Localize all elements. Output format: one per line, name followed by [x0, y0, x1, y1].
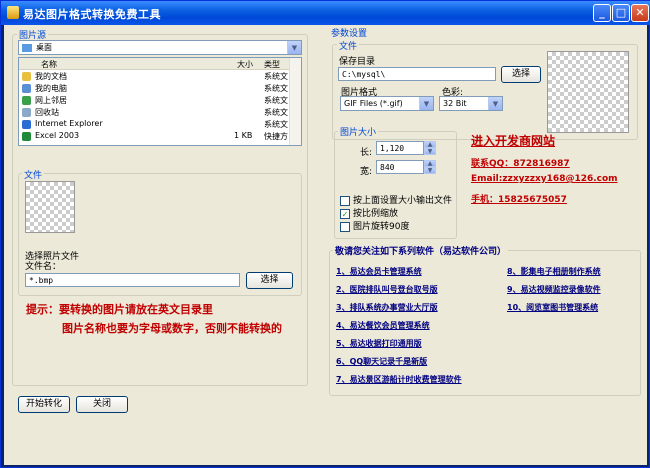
title-bar[interactable]: 易达图片格式转换免费工具 _ □ ✕ [1, 1, 650, 25]
list-item[interactable]: 网上邻居 系统文 [19, 95, 301, 106]
software-link-left[interactable]: 1、易达会员卡管理系统 [336, 266, 422, 277]
file-type: 系统文 [264, 84, 288, 93]
size-group-label: 图片大小 [338, 125, 379, 138]
file-type: 系统文 [264, 96, 288, 105]
opt-scale[interactable]: ✓ 按比例缩放 [340, 206, 398, 219]
software-link-left[interactable]: 7、易达景区游船计时收费管理软件 [336, 374, 462, 385]
promo-email[interactable]: Email:zzxyzzxy168@126.com [471, 174, 618, 184]
file-icon [22, 96, 31, 105]
opt-output-size[interactable]: 按上面设置大小输出文件 [340, 193, 452, 206]
opt-output-size-label: 按上面设置大小输出文件 [353, 196, 453, 206]
list-item[interactable]: Internet Explorer 系统文 [19, 119, 301, 130]
file-icon [22, 108, 31, 117]
col-size[interactable]: 大小 [237, 59, 253, 70]
chevron-down-icon[interactable]: ▼ [419, 97, 433, 110]
software-link-left[interactable]: 4、易达餐饮会员管理系统 [336, 320, 430, 331]
close-window-button[interactable]: ✕ [631, 4, 649, 22]
folder-select[interactable]: 桌面 ▼ [18, 40, 302, 55]
file-type: 系统文 [264, 72, 288, 81]
developer-site-link[interactable]: 进入开发商网站 [471, 132, 555, 149]
save-dir-label: 保存目录 [339, 57, 376, 67]
window-title: 易达图片格式转换免费工具 [23, 8, 161, 21]
software-link-left[interactable]: 3、排队系统办事营业大厅版 [336, 302, 438, 313]
maximize-button[interactable]: □ [612, 4, 630, 22]
output-preview-image [547, 51, 629, 133]
width-up-icon[interactable]: ▲ [424, 160, 436, 167]
software-link-right[interactable]: 9、易达视频监控录像软件 [507, 284, 601, 295]
col-type[interactable]: 类型 [264, 59, 280, 70]
choose-dir-button[interactable]: 选择 [501, 66, 541, 83]
file-name: 我的文档 [35, 72, 67, 81]
filename-label: 文件名： [25, 262, 62, 272]
opt-rotate[interactable]: 图片旋转90度 [340, 219, 409, 232]
hint-line1: 提示：要转换的图片请放在英文目录里 [26, 303, 213, 316]
format-select-value: GIF Files (*.gif) [344, 99, 403, 108]
file-type: 系统文 [264, 120, 288, 129]
desktop-icon [22, 43, 32, 52]
format-select[interactable]: GIF Files (*.gif) ▼ [340, 96, 434, 111]
file-name: 回收站 [35, 108, 59, 117]
width-down-icon[interactable]: ▼ [424, 167, 436, 174]
software-link-left[interactable]: 2、医院排队叫号登台取号版 [336, 284, 438, 295]
client-area: 图片源 桌面 ▼ 名称 大小 类型 我的文档 系统文 我的电脑 系统文 网上邻居 系统文回… [4, 25, 647, 465]
file-name: Internet Explorer [35, 119, 103, 128]
file-list[interactable]: 名称 大小 类型 我的文档 系统文 我的电脑 系统文 网上邻居 系统文 回收站 系统文 Inte… [18, 57, 302, 146]
source-preview-image [25, 181, 75, 233]
file-icon [22, 84, 31, 93]
file-list-header: 名称 大小 类型 [19, 58, 301, 70]
minimize-button[interactable]: _ [593, 4, 611, 22]
color-select-value: 32 Bit [443, 99, 467, 108]
width-label: 宽: [360, 167, 373, 177]
length-down-icon[interactable]: ▼ [424, 148, 436, 155]
software-link-left[interactable]: 5、易达收据打印通用版 [336, 338, 422, 349]
promo-phone: 手机：15825675057 [471, 195, 567, 205]
file-icon [22, 72, 31, 81]
color-select[interactable]: 32 Bit ▼ [439, 96, 503, 111]
hint-line2: 图片名称也要为字母或数字，否则不能转换的 [62, 322, 282, 335]
file-settings-label: 文件 [337, 39, 360, 52]
promo-qq: 联系QQ：872816987 [471, 159, 570, 169]
software-link-right[interactable]: 10、阅览室图书管理系统 [507, 302, 598, 313]
opt-scale-label: 按比例缩放 [353, 209, 399, 219]
save-dir-input[interactable]: C:\mysql\ [338, 67, 496, 81]
filename-input[interactable]: *.bmp [25, 273, 240, 287]
app-window: 易达图片格式转换免费工具 _ □ ✕ 图片源 桌面 ▼ 名称 大小 类型 我的文… [0, 0, 650, 468]
choose-source-button[interactable]: 选择 [246, 272, 293, 289]
list-item[interactable]: 我的电脑 系统文 [19, 83, 301, 94]
file-icon [22, 120, 31, 129]
file-name: 网上邻居 [35, 96, 67, 105]
length-input[interactable]: 1,120 [376, 141, 424, 155]
software-link-right[interactable]: 8、影集电子相册制作系统 [507, 266, 601, 277]
col-name[interactable]: 名称 [41, 59, 57, 70]
checkbox-icon[interactable]: ✓ [340, 208, 350, 219]
checkbox-icon[interactable] [340, 221, 350, 232]
list-item[interactable]: 回收站 系统文 [19, 107, 301, 118]
file-name: Excel 2003 [35, 131, 80, 140]
checkbox-icon[interactable] [340, 195, 350, 206]
file-type: 快捷方 [264, 132, 288, 141]
software-header: 敬请您关注如下系列软件（易达软件公司） [333, 244, 509, 257]
close-button[interactable]: 关闭 [76, 396, 128, 413]
folder-select-value: 桌面 [36, 43, 52, 52]
length-up-icon[interactable]: ▲ [424, 141, 436, 148]
file-group-label: 文件 [22, 168, 45, 181]
file-icon [22, 132, 31, 141]
length-label: 长: [360, 148, 373, 158]
start-convert-button[interactable]: 开始转化 [18, 396, 70, 413]
list-item[interactable]: Excel 2003 1 KB 快捷方 [19, 131, 301, 142]
file-size: 1 KB [234, 131, 253, 140]
file-name: 我的电脑 [35, 84, 67, 93]
list-item[interactable]: 我的文档 系统文 [19, 71, 301, 82]
chevron-down-icon[interactable]: ▼ [287, 41, 301, 54]
opt-rotate-label: 图片旋转90度 [353, 222, 410, 232]
app-icon [7, 6, 19, 19]
width-input[interactable]: 840 [376, 160, 424, 174]
file-list-scrollbar[interactable] [289, 58, 301, 145]
file-type: 系统文 [264, 108, 288, 117]
chevron-down-icon[interactable]: ▼ [488, 97, 502, 110]
software-link-left[interactable]: 6、QQ聊天记录千是新版 [336, 356, 427, 367]
